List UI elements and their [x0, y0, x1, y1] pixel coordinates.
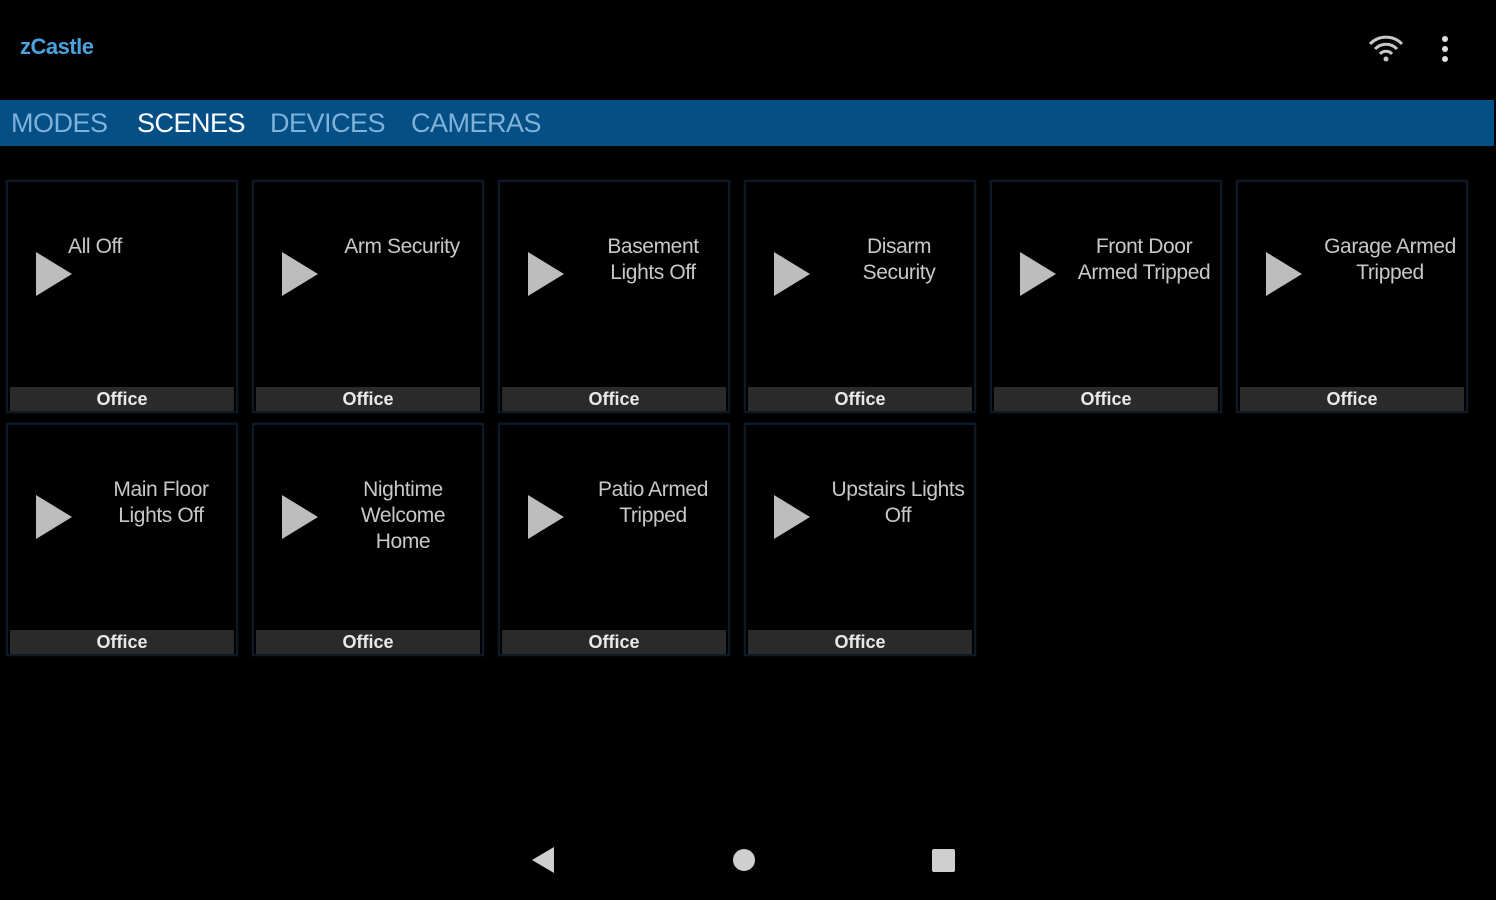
scene-tile[interactable]: Main Floor Lights Off Office — [6, 423, 238, 656]
room-label: Office — [1240, 387, 1464, 411]
room-label: Office — [256, 387, 480, 411]
more-vert-icon[interactable] — [1432, 34, 1458, 66]
scene-name: Upstairs Lights Off — [831, 478, 965, 527]
recents-square-icon[interactable] — [930, 847, 957, 874]
app-bar: zCastle — [0, 0, 1496, 98]
scene-tile[interactable]: Front Door Armed Tripped Office — [990, 180, 1222, 413]
room-label: Office — [502, 387, 726, 411]
play-icon — [528, 252, 564, 296]
play-icon — [774, 252, 810, 296]
scene-name: Front Door Armed Tripped — [1077, 235, 1211, 284]
app-title: zCastle — [20, 34, 94, 59]
scene-name: Basement Lights Off — [607, 235, 699, 284]
play-icon — [1266, 252, 1302, 296]
back-triangle-icon[interactable] — [528, 844, 558, 876]
room-label: Office — [502, 630, 726, 654]
scene-name: Patio Armed Tripped — [598, 478, 708, 527]
tab-scenes[interactable]: SCENES — [137, 108, 246, 139]
scene-tile[interactable]: All Off Office — [6, 180, 238, 413]
play-icon — [774, 495, 810, 539]
scene-name: Disarm Security — [862, 235, 936, 284]
system-nav-bar — [0, 820, 1496, 900]
room-label: Office — [748, 387, 972, 411]
play-icon — [36, 495, 72, 539]
scene-tile[interactable]: Nightime Welcome Home Office — [252, 423, 484, 656]
room-label: Office — [256, 630, 480, 654]
tab-cameras[interactable]: CAMERAS — [411, 108, 542, 139]
tab-modes[interactable]: MODES — [11, 108, 108, 139]
room-label: Office — [10, 387, 234, 411]
play-icon — [282, 252, 318, 296]
scene-name: Arm Security — [344, 235, 460, 258]
scene-tile[interactable]: Upstairs Lights Off Office — [744, 423, 976, 656]
scene-tile[interactable]: Garage Armed Tripped Office — [1236, 180, 1468, 413]
scene-tile[interactable]: Disarm Security Office — [744, 180, 976, 413]
room-label: Office — [994, 387, 1218, 411]
scene-name: All Off — [68, 235, 122, 258]
play-icon — [1020, 252, 1056, 296]
room-label: Office — [748, 630, 972, 654]
wifi-icon — [1368, 35, 1404, 62]
scene-name: Main Floor Lights Off — [113, 478, 209, 527]
scene-tile[interactable]: Patio Armed Tripped Office — [498, 423, 730, 656]
scene-tile[interactable]: Arm Security Office — [252, 180, 484, 413]
tab-bar: MODES SCENES DEVICES CAMERAS — [0, 100, 1494, 146]
scene-name: Nightime Welcome Home — [360, 478, 446, 553]
scene-name: Garage Armed Tripped — [1324, 235, 1456, 284]
play-icon — [528, 495, 564, 539]
scene-grid: All Off Office Arm Security Office Basem… — [0, 178, 1496, 658]
scene-tile[interactable]: Basement Lights Off Office — [498, 180, 730, 413]
home-circle-icon[interactable] — [731, 847, 757, 873]
tab-devices[interactable]: DEVICES — [270, 108, 386, 139]
room-label: Office — [10, 630, 234, 654]
play-icon — [282, 495, 318, 539]
